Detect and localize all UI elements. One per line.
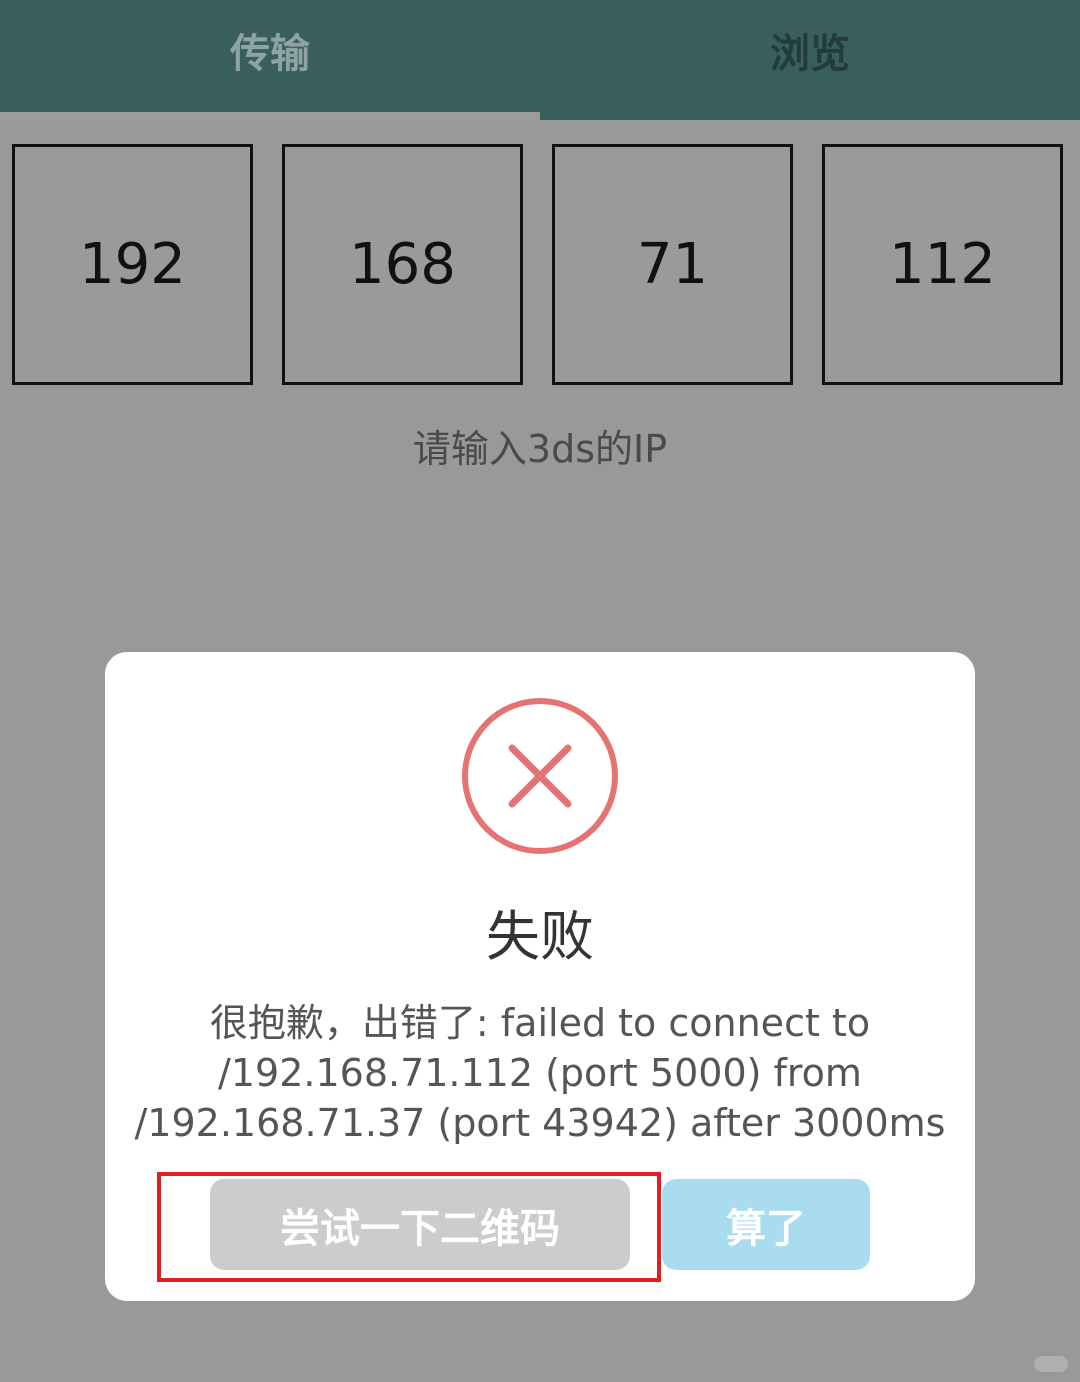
ip-hint-label: 请输入3ds的IP — [412, 427, 668, 471]
tab-bar: 传输 浏览 — [0, 0, 1080, 120]
tab-transfer[interactable]: 传输 — [0, 0, 540, 120]
error-x-circle-icon — [462, 698, 618, 854]
watermark-logo — [1034, 1356, 1068, 1372]
tab-browse[interactable]: 浏览 — [540, 0, 1080, 120]
ip-octet-3-input[interactable]: 71 — [552, 144, 793, 385]
ip-octet-4-input[interactable]: 112 — [822, 144, 1063, 385]
cancel-button[interactable]: 算了 — [662, 1179, 870, 1270]
ip-octet-2-input[interactable]: 168 — [282, 144, 523, 385]
ip-octet-1-input[interactable]: 192 — [12, 144, 253, 385]
annotation-highlight-box — [157, 1172, 661, 1282]
dialog-title: 失败 — [486, 905, 594, 968]
error-dialog: 失败 很抱歉，出错了: failed to connect to /192.16… — [105, 652, 975, 1301]
tab-indicator — [0, 112, 540, 120]
error-message: 很抱歉，出错了: failed to connect to /192.168.7… — [134, 1001, 946, 1145]
